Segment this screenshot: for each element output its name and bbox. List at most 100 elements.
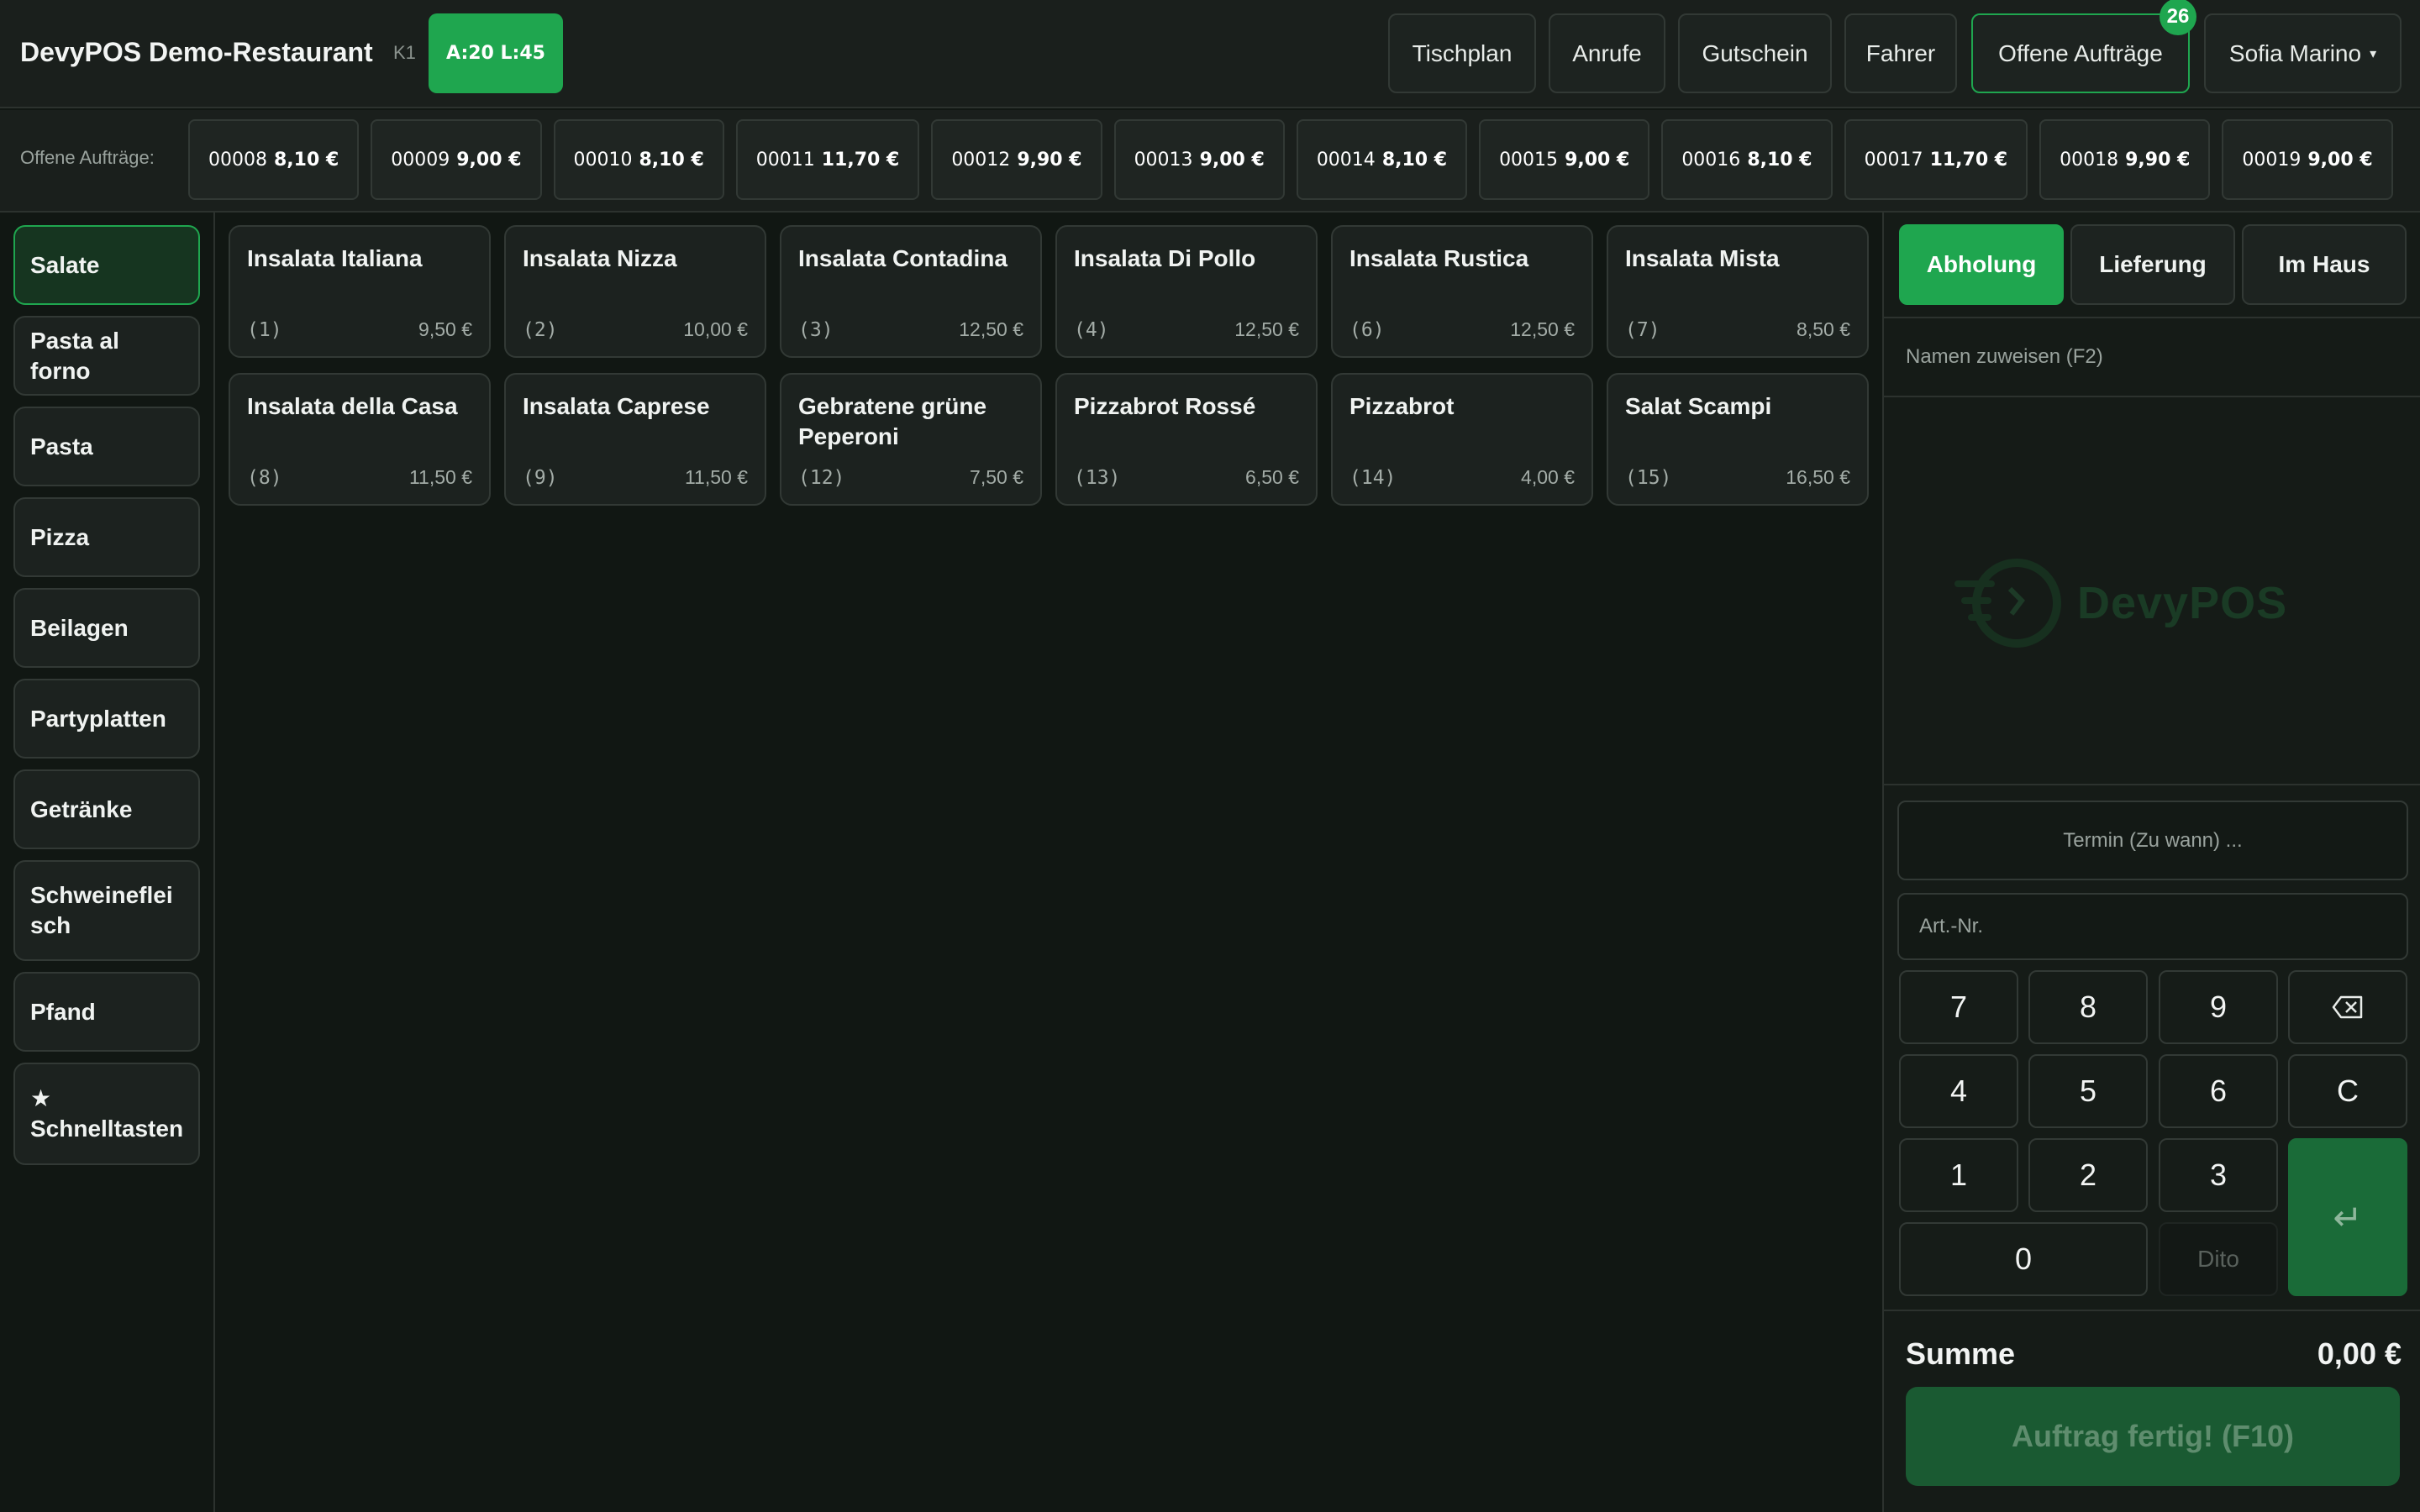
product-tile[interactable]: Insalata Contadina (3) 12,50 € bbox=[780, 225, 1042, 358]
product-tile[interactable]: Pizzabrot (14) 4,00 € bbox=[1331, 373, 1593, 506]
order-amount: 8,10 € bbox=[274, 149, 339, 171]
product-number: (3) bbox=[798, 319, 834, 341]
open-order-chip[interactable]: 00015 9,00 € bbox=[1479, 119, 1650, 200]
product-tile[interactable]: Salat Scampi (15) 16,50 € bbox=[1607, 373, 1869, 506]
product-tile[interactable]: Insalata della Casa (8) 11,50 € bbox=[229, 373, 491, 506]
voucher-button[interactable]: Gutschein bbox=[1678, 13, 1832, 93]
product-tile[interactable]: Insalata Di Pollo (4) 12,50 € bbox=[1055, 225, 1318, 358]
product-number: (15) bbox=[1625, 467, 1672, 489]
order-number: 00015 bbox=[1499, 149, 1559, 171]
category-pasta-al-forno[interactable]: Pasta al forno bbox=[13, 316, 200, 396]
calls-button[interactable]: Anrufe bbox=[1549, 13, 1665, 93]
product-number: (6) bbox=[1349, 319, 1385, 341]
category-salate[interactable]: Salate bbox=[13, 225, 200, 305]
order-type-pickup-tab[interactable]: Abholung bbox=[1899, 224, 2064, 305]
keypad-4[interactable]: 4 bbox=[1899, 1054, 2018, 1128]
open-orders-label: Offene Aufträge bbox=[1998, 39, 2163, 66]
keypad-1[interactable]: 1 bbox=[1899, 1138, 2018, 1212]
order-number: 00016 bbox=[1681, 149, 1741, 171]
open-order-chip[interactable]: 00013 9,00 € bbox=[1113, 119, 1285, 200]
order-type-delivery-tab[interactable]: Lieferung bbox=[2070, 224, 2235, 305]
terminal-label: K1 bbox=[393, 42, 416, 63]
order-amount: 9,00 € bbox=[2307, 149, 2373, 171]
keypad-ditto[interactable]: Dito bbox=[2159, 1222, 2278, 1296]
order-amount: 9,00 € bbox=[456, 149, 522, 171]
open-order-chip[interactable]: 00008 8,10 € bbox=[188, 119, 360, 200]
product-price: 12,50 € bbox=[1234, 318, 1299, 340]
keypad-clear[interactable]: C bbox=[2288, 1054, 2407, 1128]
product-tile[interactable]: Insalata Rustica (6) 12,50 € bbox=[1331, 225, 1593, 358]
keypad-2[interactable]: 2 bbox=[2028, 1138, 2148, 1212]
order-amount: 9,90 € bbox=[2125, 149, 2191, 171]
backspace-icon bbox=[2332, 995, 2363, 1019]
top-bar: DevyPOS Demo-Restaurant K1 A:20 L:45 Tis… bbox=[0, 0, 2420, 108]
assign-name-row[interactable]: Namen zuweisen (F2) bbox=[1884, 317, 2420, 397]
schedule-time-field[interactable]: Termin (Zu wann) ... bbox=[1897, 801, 2408, 880]
open-order-chip[interactable]: 00016 8,10 € bbox=[1661, 119, 1833, 200]
drivers-button[interactable]: Fahrer bbox=[1844, 13, 1957, 93]
order-amount: 9,00 € bbox=[1565, 149, 1630, 171]
product-name: Insalata Mista bbox=[1625, 245, 1780, 271]
product-tile[interactable]: Pizzabrot Rossé (13) 6,50 € bbox=[1055, 373, 1318, 506]
category-label: Schnelltasten bbox=[30, 1116, 184, 1142]
keypad-0[interactable]: 0 bbox=[1899, 1222, 2148, 1296]
category-schnelltasten[interactable]: ★ Schnelltasten bbox=[13, 1063, 200, 1165]
product-number: (13) bbox=[1074, 467, 1121, 489]
keypad-5[interactable]: 5 bbox=[2028, 1054, 2148, 1128]
product-price: 10,00 € bbox=[683, 318, 748, 340]
article-number-input[interactable]: Art.-Nr. bbox=[1897, 893, 2408, 960]
open-order-chip[interactable]: 00018 9,90 € bbox=[2039, 119, 2211, 200]
open-order-chip[interactable]: 00019 9,00 € bbox=[2222, 119, 2393, 200]
order-number: 00018 bbox=[2060, 149, 2119, 171]
product-name: Pizzabrot bbox=[1349, 393, 1455, 419]
product-name: Insalata Di Pollo bbox=[1074, 245, 1256, 271]
product-price: 12,50 € bbox=[959, 318, 1023, 340]
order-amount: 11,70 € bbox=[1929, 149, 2008, 171]
category-schweinefleisch[interactable]: Schweinefleisch bbox=[13, 860, 200, 961]
table-plan-button[interactable]: Tischplan bbox=[1388, 13, 1536, 93]
product-name: Salat Scampi bbox=[1625, 393, 1772, 419]
category-beilagen[interactable]: Beilagen bbox=[13, 588, 200, 668]
product-number: (12) bbox=[798, 467, 845, 489]
open-orders-bar: Offene Aufträge: 00008 8,10 € 00009 9,00 €… bbox=[0, 110, 2420, 213]
keypad-8[interactable]: 8 bbox=[2028, 970, 2148, 1044]
keypad-9[interactable]: 9 bbox=[2159, 970, 2278, 1044]
product-price: 11,50 € bbox=[408, 466, 472, 488]
category-pasta[interactable]: Pasta bbox=[13, 407, 200, 486]
product-price: 8,50 € bbox=[1797, 318, 1850, 340]
keypad-7[interactable]: 7 bbox=[1899, 970, 2018, 1044]
order-counter-button[interactable]: A:20 L:45 bbox=[429, 13, 563, 93]
open-order-chip[interactable]: 00010 8,10 € bbox=[553, 119, 724, 200]
finish-order-button[interactable]: Auftrag fertig! (F10) bbox=[1906, 1387, 2400, 1486]
order-amount: 11,70 € bbox=[821, 149, 900, 171]
product-number: (8) bbox=[247, 467, 282, 489]
product-number: (4) bbox=[1074, 319, 1109, 341]
sum-value: 0,00 € bbox=[2317, 1336, 2402, 1371]
restaurant-title: DevyPOS Demo-Restaurant bbox=[20, 37, 373, 67]
keypad-3[interactable]: 3 bbox=[2159, 1138, 2278, 1212]
order-number: 00013 bbox=[1134, 149, 1193, 171]
product-tile[interactable]: Insalata Italiana (1) 9,50 € bbox=[229, 225, 491, 358]
open-order-chip[interactable]: 00017 11,70 € bbox=[1844, 119, 2028, 200]
category-getraenke[interactable]: Getränke bbox=[13, 769, 200, 849]
open-orders-button[interactable]: Offene Aufträge 26 bbox=[1971, 0, 2196, 93]
user-menu-button[interactable]: Sofia Marino ▾ bbox=[2204, 13, 2402, 93]
order-type-dine-in-tab[interactable]: Im Haus bbox=[2242, 224, 2407, 305]
open-order-chip[interactable]: 00009 9,00 € bbox=[371, 119, 542, 200]
order-panel: Abholung Lieferung Im Haus Namen zuweise… bbox=[1882, 213, 2420, 1512]
product-tile[interactable]: Gebratene grüne Peperoni (12) 7,50 € bbox=[780, 373, 1042, 506]
open-order-chip[interactable]: 00012 9,90 € bbox=[931, 119, 1102, 200]
category-partyplatten[interactable]: Partyplatten bbox=[13, 679, 200, 759]
product-tile[interactable]: Insalata Nizza (2) 10,00 € bbox=[504, 225, 766, 358]
category-sidebar: Salate Pasta al forno Pasta Pizza Beilag… bbox=[0, 213, 215, 1512]
open-order-chip[interactable]: 00014 8,10 € bbox=[1296, 119, 1468, 200]
backspace-button[interactable] bbox=[2288, 970, 2407, 1044]
product-name: Insalata Contadina bbox=[798, 245, 1007, 271]
product-tile[interactable]: Insalata Mista (7) 8,50 € bbox=[1607, 225, 1869, 358]
keypad-enter[interactable]: ↵ bbox=[2288, 1138, 2407, 1296]
category-pizza[interactable]: Pizza bbox=[13, 497, 200, 577]
category-pfand[interactable]: Pfand bbox=[13, 972, 200, 1052]
product-tile[interactable]: Insalata Caprese (9) 11,50 € bbox=[504, 373, 766, 506]
keypad-6[interactable]: 6 bbox=[2159, 1054, 2278, 1128]
open-order-chip[interactable]: 00011 11,70 € bbox=[735, 119, 920, 200]
